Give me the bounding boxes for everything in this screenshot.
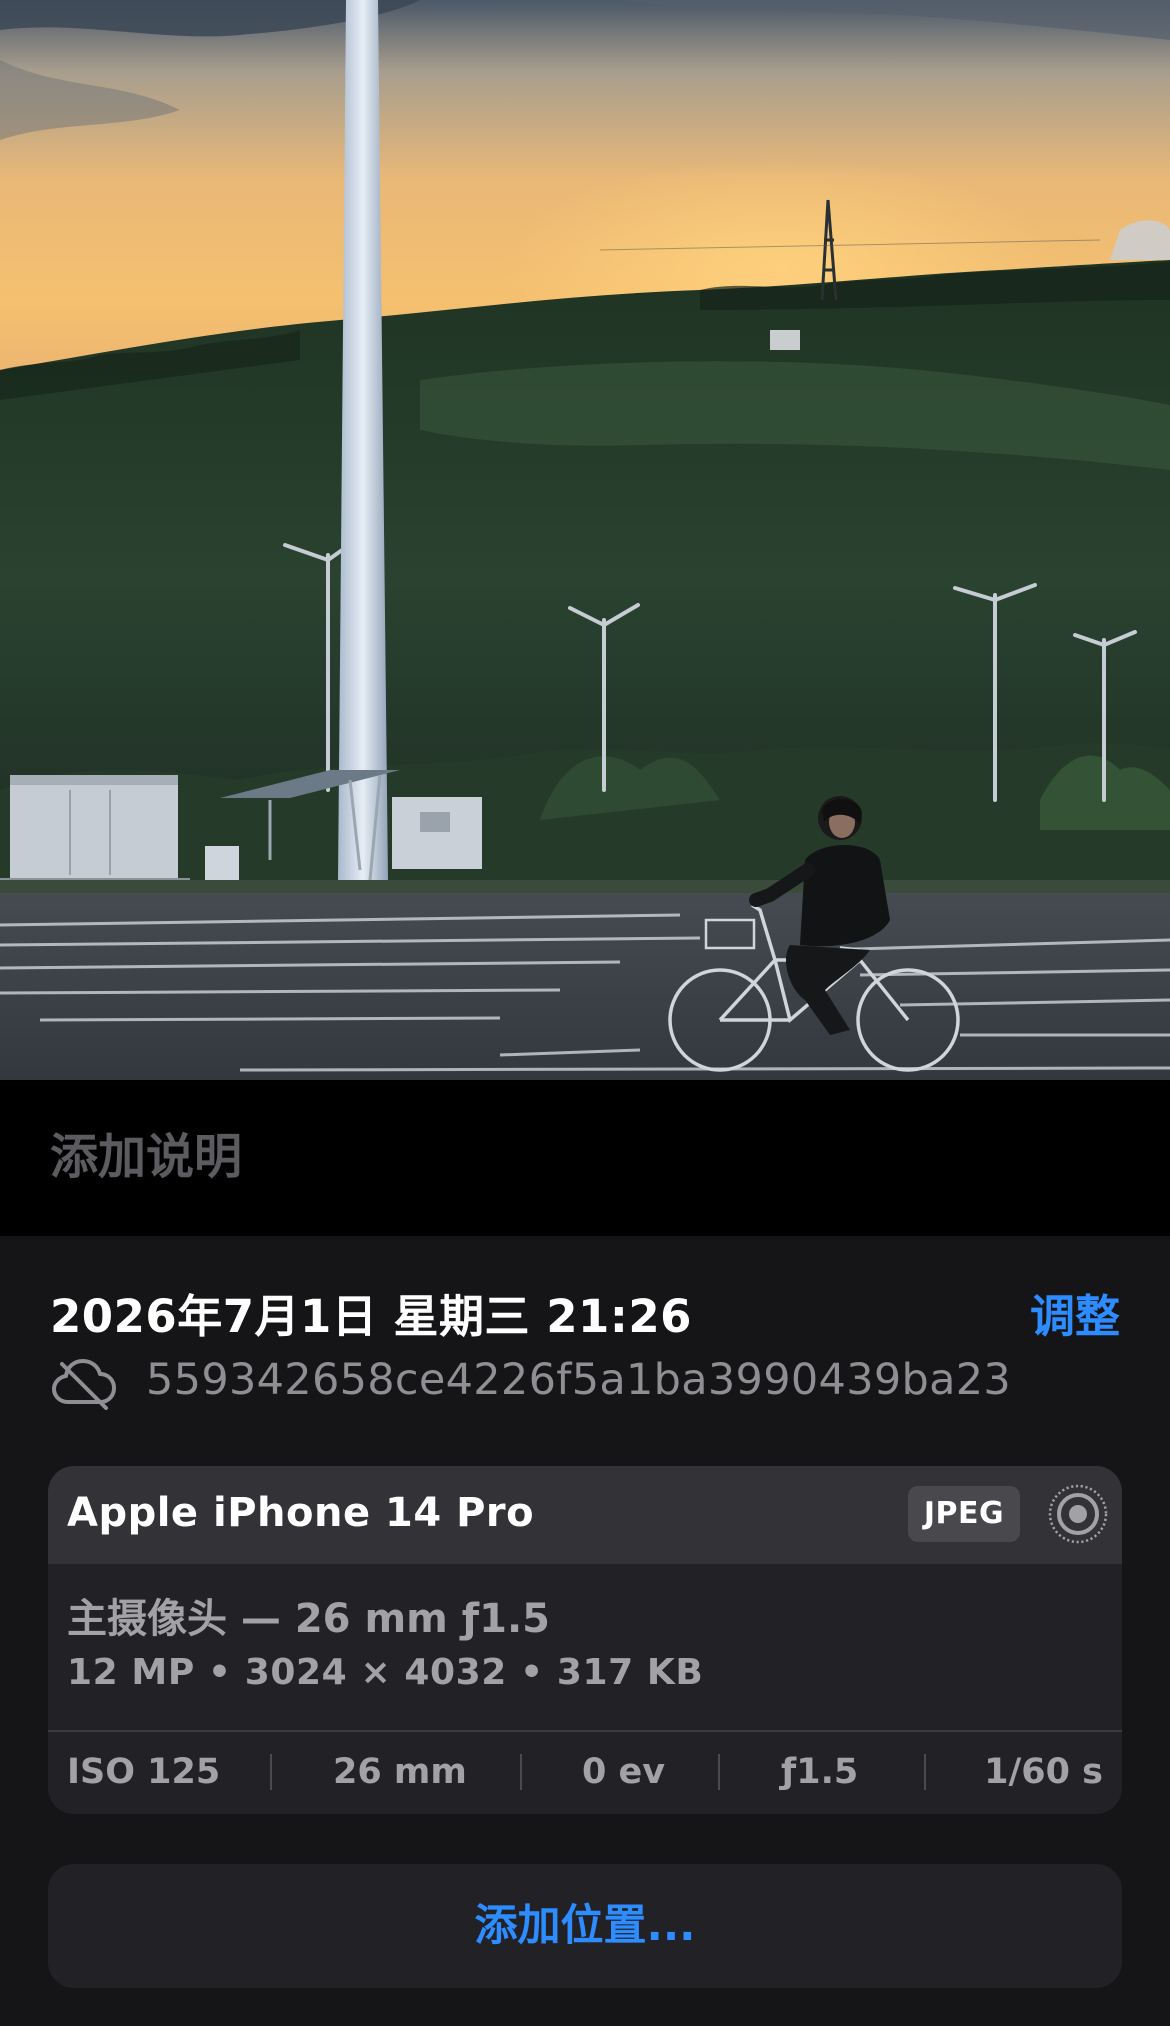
exif-focal-length: 26 mm (333, 1752, 467, 1792)
exif-iso: ISO 125 (67, 1752, 221, 1792)
exif-separator (718, 1754, 720, 1790)
cloud-slash-icon (52, 1359, 116, 1410)
photo-preview[interactable] (0, 0, 1170, 1080)
image-specs-label: 12 MP • 3024 × 4032 • 317 KB (67, 1652, 704, 1693)
live-photo-icon[interactable] (1046, 1482, 1110, 1546)
device-info-card: Apple iPhone 14 Pro JPEG 主摄像头 — 26 mm ƒ1… (48, 1466, 1122, 1814)
photo-info-page: 2026年7月1日 星期三 21:26 调整 559342658ce4226f5… (0, 0, 1170, 2026)
device-card-header: Apple iPhone 14 Pro JPEG (48, 1466, 1122, 1564)
adjust-date-button[interactable]: 调整 (1030, 1280, 1120, 1345)
photo-image (0, 0, 1170, 1080)
exif-exposure-value: 0 ev (582, 1752, 666, 1792)
device-name: Apple iPhone 14 Pro (67, 1490, 535, 1536)
format-badge: JPEG (908, 1486, 1020, 1542)
caption-input[interactable] (50, 1122, 1120, 1192)
file-id-label: 559342658ce4226f5a1ba3990439ba23 (146, 1355, 1012, 1405)
exif-aperture: ƒ1.5 (781, 1752, 859, 1792)
date-time-label: 2026年7月1日 星期三 21:26 (50, 1290, 692, 1343)
add-location-button[interactable]: 添加位置... (48, 1864, 1122, 1988)
exif-separator (270, 1754, 272, 1790)
exif-separator (924, 1754, 926, 1790)
exif-row: ISO 125 26 mm 0 ev ƒ1.5 1/60 s (48, 1732, 1122, 1814)
lens-label: 主摄像头 — 26 mm ƒ1.5 (67, 1596, 550, 1642)
exif-shutter-speed: 1/60 s (984, 1752, 1103, 1792)
exif-separator (520, 1754, 522, 1790)
